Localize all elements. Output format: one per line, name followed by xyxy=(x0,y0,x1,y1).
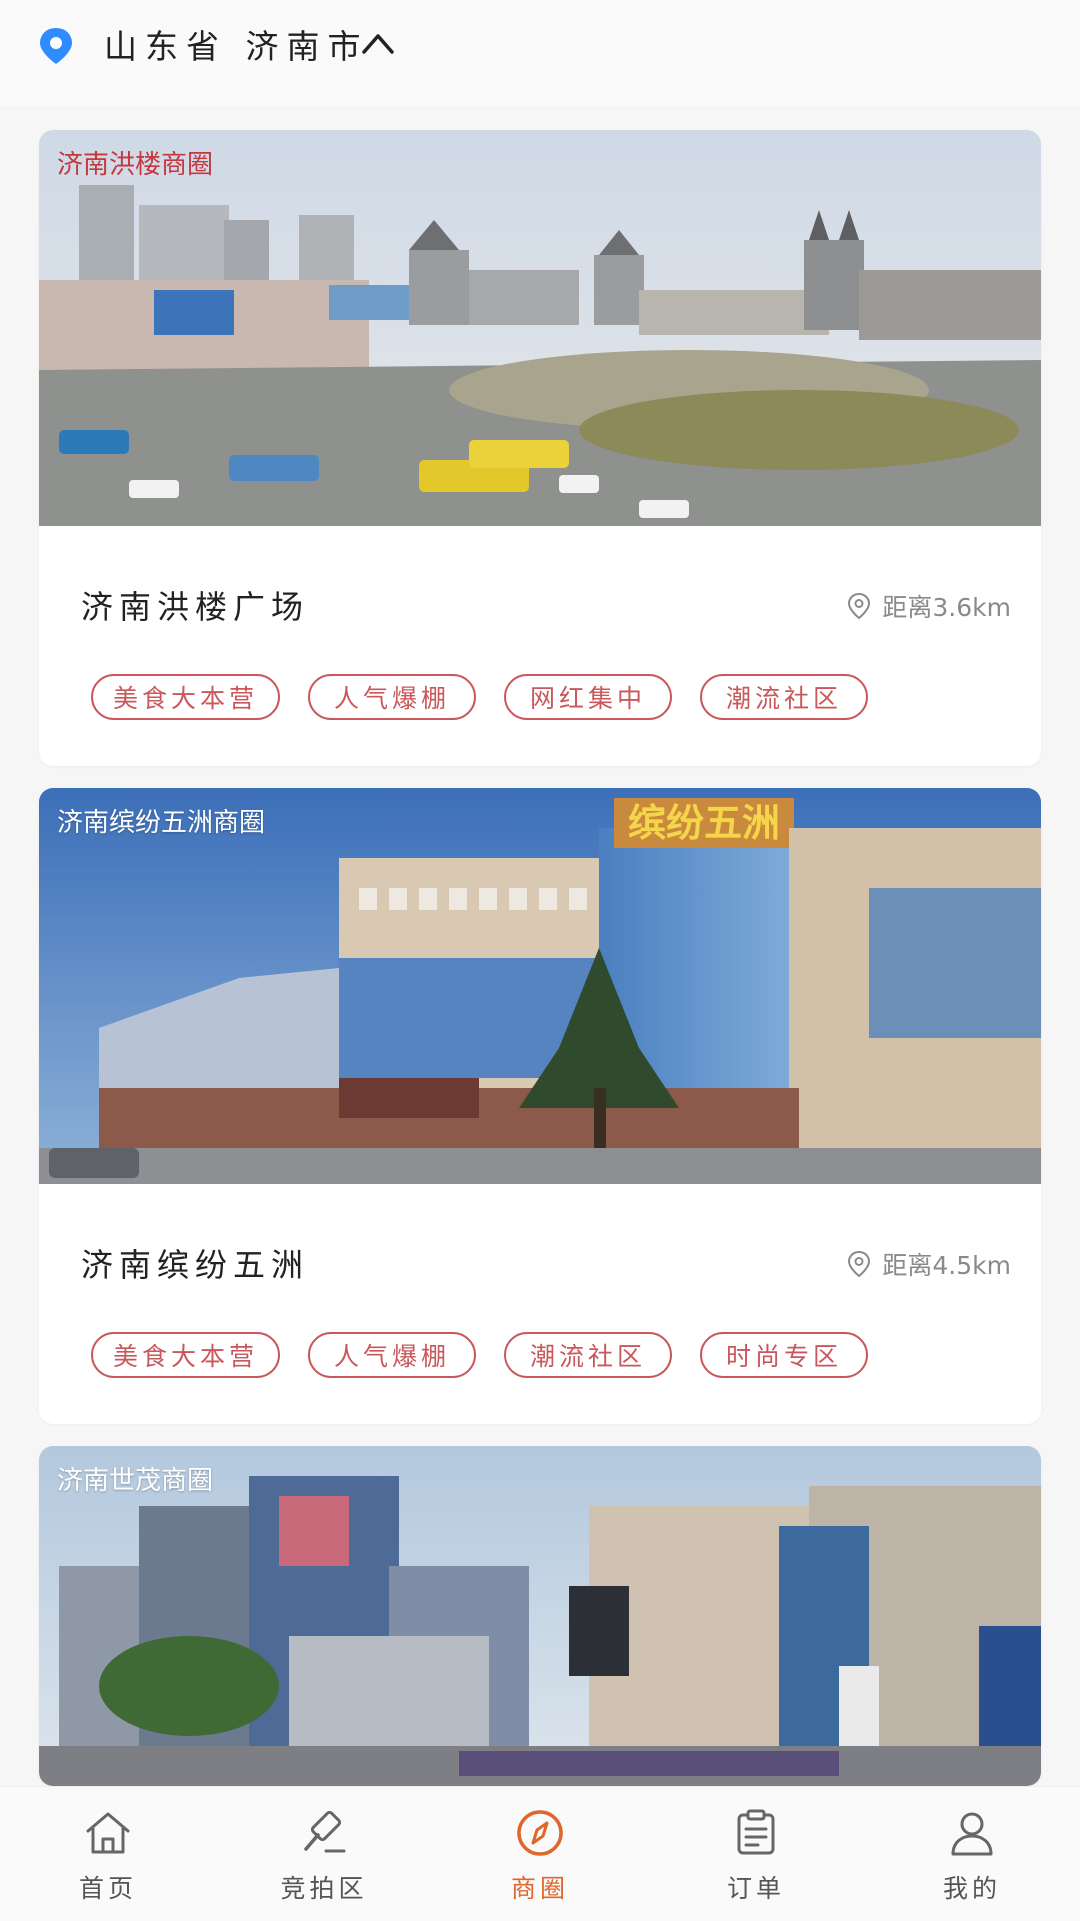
tab-auction[interactable]: 竞拍区 xyxy=(216,1787,432,1921)
location-pin-icon[interactable] xyxy=(36,26,76,66)
tab-business-district[interactable]: 商圈 xyxy=(432,1787,648,1921)
distance-text: 距离4.5km xyxy=(882,1251,1011,1280)
district-photo: 济南世茂商圈 xyxy=(39,1446,1041,1786)
tag: 人气爆棚 xyxy=(308,1332,477,1378)
district-photo: 缤纷五洲 济南缤纷五洲商圈 xyxy=(39,788,1041,1184)
tab-label: 竞拍区 xyxy=(280,1874,368,1903)
tab-home[interactable]: 首页 xyxy=(0,1787,216,1921)
tab-label: 首页 xyxy=(78,1874,137,1903)
tag-list: 美食大本营 人气爆棚 潮流社区 时尚专区 xyxy=(91,1332,869,1378)
business-district-list[interactable]: 济南洪楼商圈 济南洪楼广场 距离3.6km 美食大本营 人气爆棚 网红集中 潮流… xyxy=(0,106,1080,1786)
tab-label: 订单 xyxy=(726,1874,785,1903)
tag-list: 美食大本营 人气爆棚 网红集中 潮流社区 xyxy=(91,674,869,720)
photo-label: 济南世茂商圈 xyxy=(57,1466,214,1496)
tag: 潮流社区 xyxy=(700,674,869,720)
district-card[interactable]: 缤纷五洲 济南缤纷五洲商圈 济南缤纷五洲 距离4.5km 美食大本营 人气爆棚 … xyxy=(39,788,1041,1424)
tab-profile[interactable]: 我的 xyxy=(864,1787,1080,1921)
district-photo: 济南洪楼商圈 xyxy=(39,130,1041,526)
tag: 网红集中 xyxy=(504,674,673,720)
bottom-tab-bar: 首页 竞拍区 商圈 订单 我的 xyxy=(0,1786,1080,1921)
tab-orders[interactable]: 订单 xyxy=(648,1787,864,1921)
photo-label: 济南洪楼商圈 xyxy=(57,150,214,180)
chevron-up-icon[interactable] xyxy=(358,28,398,58)
tag: 美食大本营 xyxy=(91,1332,281,1378)
tag: 美食大本营 xyxy=(91,674,281,720)
city-selector[interactable]: 山东省 济南市 xyxy=(104,20,369,68)
user-icon xyxy=(951,1812,993,1856)
tag: 潮流社区 xyxy=(504,1332,673,1378)
tab-label: 商圈 xyxy=(510,1874,569,1903)
home-icon xyxy=(86,1812,130,1854)
map-pin-icon xyxy=(848,592,871,620)
tab-label: 我的 xyxy=(942,1874,1001,1903)
tag: 时尚专区 xyxy=(700,1332,869,1378)
clipboard-icon xyxy=(737,1809,775,1855)
gavel-icon xyxy=(304,1810,346,1853)
photo-label: 济南缤纷五洲商圈 xyxy=(57,808,266,838)
map-pin-icon xyxy=(848,1250,871,1278)
distance: 距离4.5km xyxy=(846,1246,1011,1282)
distance-text: 距离3.6km xyxy=(882,593,1011,622)
district-name: 济南洪楼广场 xyxy=(81,588,310,626)
distance: 距离3.6km xyxy=(846,588,1011,624)
top-bar: 山东省 济南市 xyxy=(0,0,1080,106)
compass-icon xyxy=(517,1810,563,1856)
tag: 人气爆棚 xyxy=(308,674,477,720)
district-card[interactable]: 济南洪楼商圈 济南洪楼广场 距离3.6km 美食大本营 人气爆棚 网红集中 潮流… xyxy=(39,130,1041,766)
district-card[interactable]: 济南世茂商圈 xyxy=(39,1446,1041,1786)
sign-text: 缤纷五洲 xyxy=(628,801,780,845)
district-name: 济南缤纷五洲 xyxy=(81,1246,310,1284)
